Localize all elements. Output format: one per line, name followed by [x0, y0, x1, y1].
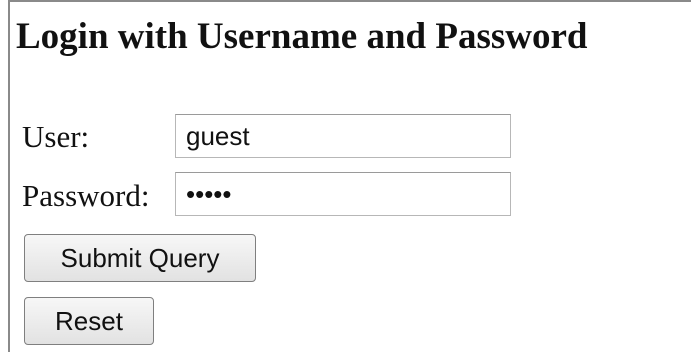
- login-page: Login with Username and Password User: P…: [0, 0, 691, 352]
- page-frame-left-border: [8, 0, 10, 352]
- user-field[interactable]: [175, 114, 511, 158]
- page-title: Login with Username and Password: [16, 16, 588, 57]
- user-label: User:: [22, 119, 90, 154]
- reset-button[interactable]: Reset: [24, 297, 154, 345]
- password-field[interactable]: [175, 172, 511, 216]
- password-label: Password:: [22, 178, 150, 213]
- submit-query-button[interactable]: Submit Query: [24, 234, 256, 282]
- page-frame-top-border: [8, 0, 691, 2]
